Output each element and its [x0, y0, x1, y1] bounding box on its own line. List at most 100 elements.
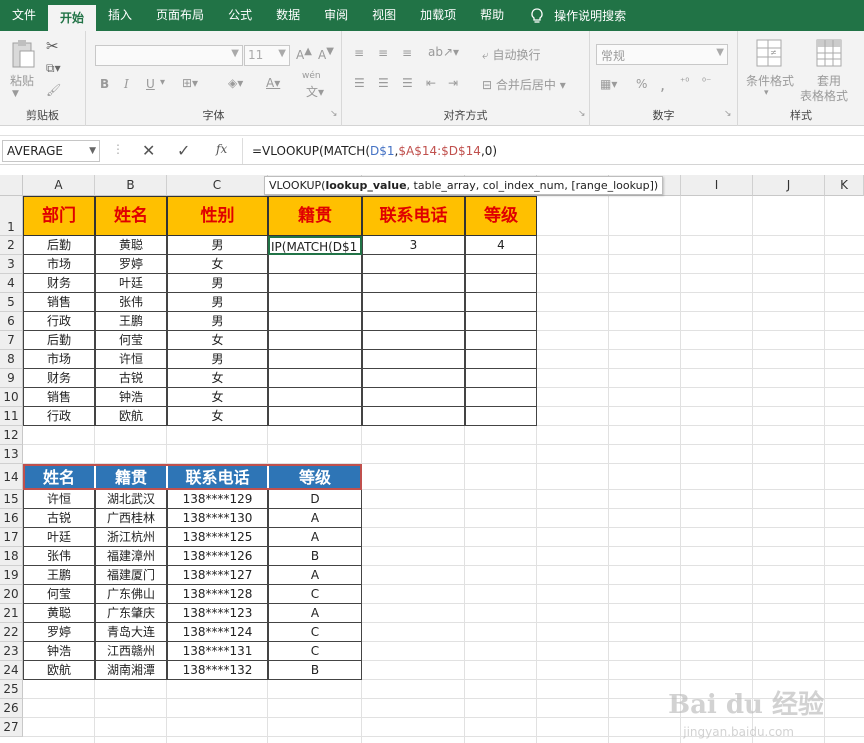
select-all-corner[interactable]	[0, 175, 23, 196]
table1-cell[interactable]	[268, 312, 362, 331]
tab-formulas[interactable]: 公式	[216, 0, 264, 31]
tab-review[interactable]: 审阅	[312, 0, 360, 31]
table1-cell[interactable]	[362, 350, 465, 369]
conditional-dropdown-icon[interactable]: ▾	[764, 88, 769, 98]
accounting-format-icon[interactable]: ▦▾	[600, 77, 617, 91]
table2-cell[interactable]: 湖南湘潭	[95, 661, 167, 680]
table1-cell[interactable]: 后勤	[23, 331, 95, 350]
table1-header-cell[interactable]: 性别	[167, 196, 268, 236]
table2-cell[interactable]: 138****132	[167, 661, 268, 680]
row-header-26[interactable]: 26	[0, 699, 23, 718]
row-header-9[interactable]: 9	[0, 369, 23, 388]
table1-cell[interactable]	[362, 388, 465, 407]
table1-cell[interactable]: 女	[167, 407, 268, 426]
cancel-icon[interactable]: ✕	[142, 141, 155, 160]
table1-cell[interactable]: 女	[167, 331, 268, 350]
tooltip-function[interactable]: VLOOKUP(	[269, 179, 325, 192]
table1-cell[interactable]	[362, 369, 465, 388]
worksheet-grid[interactable]: ABCDEFGHIJK 1234567891011121314151617181…	[0, 175, 864, 743]
table2-cell[interactable]: 黄聪	[23, 604, 95, 623]
table1-cell[interactable]	[465, 312, 537, 331]
border-icon[interactable]: ⊞▾	[182, 76, 198, 90]
table1-cell[interactable]: 何莹	[95, 331, 167, 350]
table1-cell[interactable]: 男	[167, 274, 268, 293]
increase-font-icon[interactable]: A▲	[296, 46, 312, 62]
number-format-dropdown[interactable]: 常规 ▼	[596, 44, 728, 65]
table1-cell[interactable]: 市场	[23, 255, 95, 274]
cut-icon[interactable]: ✂	[46, 37, 59, 55]
align-right-icon[interactable]: ☰	[402, 76, 413, 90]
format-painter-icon[interactable]: 🖌	[46, 83, 61, 97]
table1-cell[interactable]	[465, 293, 537, 312]
table1-header-cell[interactable]: 姓名	[95, 196, 167, 236]
column-header-c[interactable]: C	[167, 175, 268, 196]
name-box[interactable]: AVERAGE ▼	[2, 140, 100, 162]
decrease-decimal-icon[interactable]: ⁰⁻	[702, 77, 711, 88]
copy-icon[interactable]: ⧉▾	[46, 61, 61, 76]
table1-cell[interactable]: 行政	[23, 312, 95, 331]
name-box-dropdown-icon[interactable]: ▼	[89, 141, 96, 161]
table1-cell[interactable]	[268, 369, 362, 388]
table1-cell[interactable]	[268, 388, 362, 407]
row-header-16[interactable]: 16	[0, 509, 23, 528]
table1-cell[interactable]: 欧航	[95, 407, 167, 426]
table2-cell[interactable]: A	[268, 604, 362, 623]
row-header-27[interactable]: 27	[0, 718, 23, 737]
table1-cell[interactable]: 女	[167, 388, 268, 407]
fill-color-icon[interactable]: ◈▾	[228, 76, 243, 90]
row-header-5[interactable]: 5	[0, 293, 23, 312]
table2-header-cell[interactable]: 联系电话	[167, 464, 268, 490]
column-header-b[interactable]: B	[95, 175, 167, 196]
row-header-22[interactable]: 22	[0, 623, 23, 642]
table1-cell[interactable]: 销售	[23, 293, 95, 312]
table2-cell[interactable]: 138****128	[167, 585, 268, 604]
tab-insert[interactable]: 插入	[96, 0, 144, 31]
percent-style-button[interactable]: %	[636, 77, 647, 91]
table2-header-cell[interactable]: 等级	[268, 464, 362, 490]
table2-cell[interactable]: C	[268, 642, 362, 661]
table2-cell[interactable]: 138****129	[167, 490, 268, 509]
table2-cell[interactable]: 青岛大连	[95, 623, 167, 642]
table2-cell[interactable]: 138****131	[167, 642, 268, 661]
phonetic-icon[interactable]: wén	[302, 71, 321, 81]
table2-cell[interactable]: C	[268, 585, 362, 604]
active-editing-cell[interactable]: IP(MATCH(D$1	[268, 236, 362, 255]
conditional-formatting-icon[interactable]: ≠	[756, 39, 782, 67]
tab-data[interactable]: 数据	[264, 0, 312, 31]
orientation-icon[interactable]: ab↗▾	[428, 45, 459, 59]
column-header-k[interactable]: K	[825, 175, 864, 196]
table2-cell[interactable]: B	[268, 547, 362, 566]
table2-cell[interactable]: 138****124	[167, 623, 268, 642]
row-header-13[interactable]: 13	[0, 445, 23, 464]
row-header-6[interactable]: 6	[0, 312, 23, 331]
table1-cell-e2[interactable]: 3	[362, 236, 465, 255]
table1-cell[interactable]: 男	[167, 312, 268, 331]
bold-button[interactable]: B	[100, 77, 109, 91]
italic-button[interactable]: I	[124, 77, 129, 91]
align-top-icon[interactable]: ≡	[354, 46, 364, 60]
row-header-1[interactable]: 1	[0, 196, 23, 236]
table1-cell[interactable]: 女	[167, 255, 268, 274]
table1-cell[interactable]: 许恒	[95, 350, 167, 369]
row-header-20[interactable]: 20	[0, 585, 23, 604]
table2-cell[interactable]: 138****130	[167, 509, 268, 528]
decrease-font-icon[interactable]: A▼	[318, 46, 334, 62]
table1-cell[interactable]	[268, 407, 362, 426]
row-header-11[interactable]: 11	[0, 407, 23, 426]
table2-cell[interactable]: A	[268, 509, 362, 528]
row-header-14[interactable]: 14	[0, 464, 23, 490]
table1-cell[interactable]	[362, 331, 465, 350]
tab-view[interactable]: 视图	[360, 0, 408, 31]
phonetic-char-icon[interactable]: 文▾	[306, 83, 324, 100]
increase-indent-icon[interactable]: ⇥	[448, 76, 458, 90]
merge-center-button[interactable]: ⊟ 合并后居中 ▾	[482, 76, 566, 93]
table1-cell[interactable]: 行政	[23, 407, 95, 426]
enter-icon[interactable]: ✓	[177, 141, 190, 160]
formula-input[interactable]: =VLOOKUP(MATCH(D$1,$A$14:$D$14,0)	[252, 140, 497, 162]
tab-help[interactable]: 帮助	[468, 0, 516, 31]
table2-cell[interactable]: 福建漳州	[95, 547, 167, 566]
tab-page-layout[interactable]: 页面布局	[144, 0, 216, 31]
row-header-24[interactable]: 24	[0, 661, 23, 680]
table1-cell[interactable]	[465, 369, 537, 388]
align-center-icon[interactable]: ☰	[378, 76, 389, 90]
